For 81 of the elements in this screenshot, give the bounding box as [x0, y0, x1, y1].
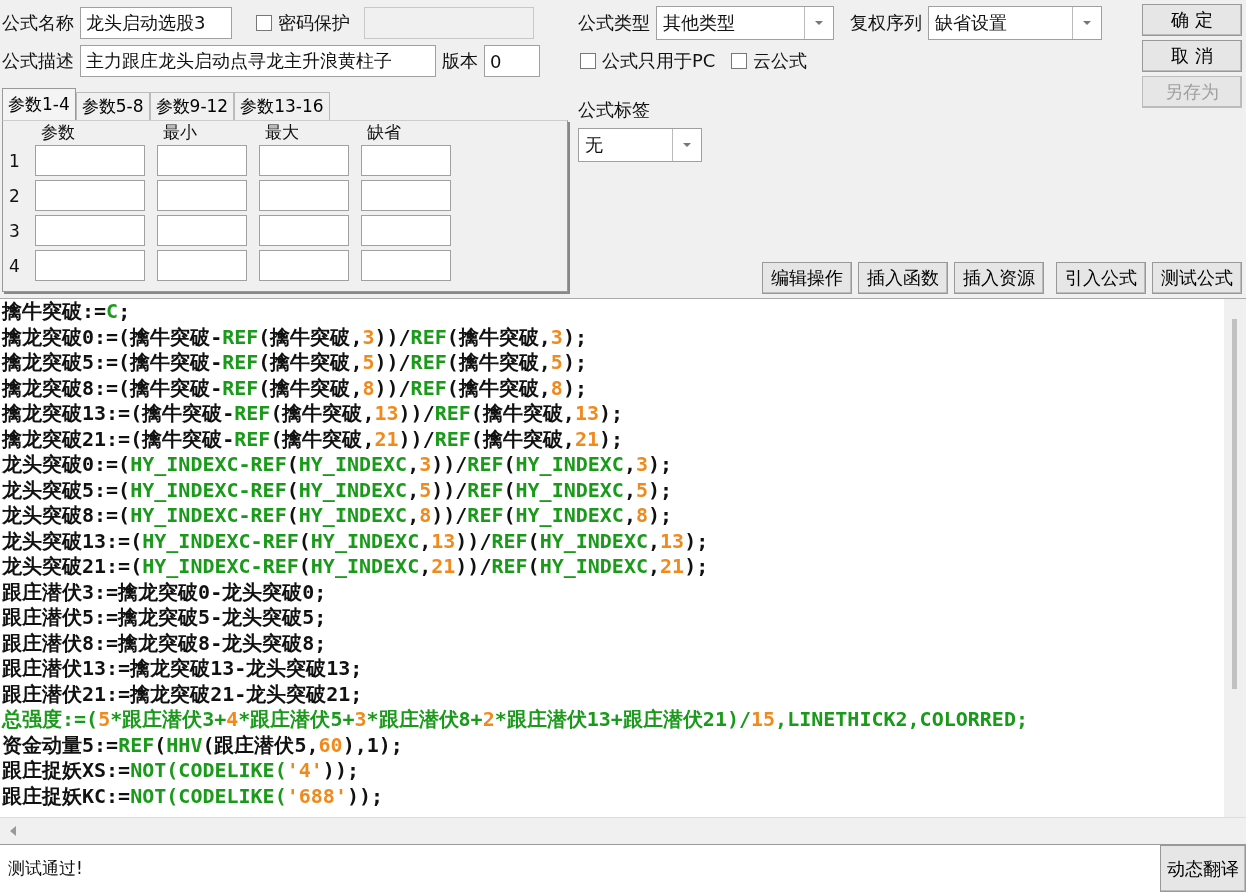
field-label: 复权序列 — [850, 11, 922, 35]
tab[interactable]: 参数1-4 — [2, 88, 76, 120]
code-line: 跟庄潜伏13:=擒龙突破13-龙头突破13; — [2, 656, 363, 682]
checkbox[interactable] — [256, 15, 272, 31]
dropdown[interactable]: 无 — [578, 128, 702, 162]
row-number: 2 — [9, 185, 21, 206]
field-label: 公式类型 — [578, 11, 650, 35]
input-field[interactable] — [259, 180, 349, 211]
input-field[interactable] — [157, 145, 247, 176]
input-field[interactable] — [259, 215, 349, 246]
input-field[interactable] — [35, 215, 145, 246]
column-header: 参数 — [40, 123, 76, 141]
code-line: 龙头突破5:=(HY_INDEXC-REF(HY_INDEXC,5))/REF(HY_INDEXC,5); — [2, 477, 673, 503]
input-field[interactable] — [35, 250, 145, 281]
dialog-button[interactable]: 取 消 — [1142, 40, 1242, 72]
field-label: 公式名称 — [2, 11, 74, 35]
vertical-scrollbar[interactable] — [1224, 299, 1246, 817]
row-number: 3 — [9, 220, 21, 241]
checkbox-label: 云公式 — [753, 49, 808, 73]
code-line: 擒龙突破5:=(擒牛突破-REF(擒牛突破,5))/REF(擒牛突破,5); — [2, 350, 587, 376]
code-line: 龙头突破8:=(HY_INDEXC-REF(HY_INDEXC,8))/REF(HY_INDEXC,8); — [2, 503, 673, 529]
checkbox[interactable] — [580, 53, 596, 69]
code-line: 擒龙突破13:=(擒牛突破-REF(擒牛突破,13))/REF(擒牛突破,13); — [2, 401, 624, 427]
input-field[interactable] — [35, 180, 145, 211]
code-line: 龙头突破0:=(HY_INDEXC-REF(HY_INDEXC,3))/REF(HY_INDEXC,3); — [2, 452, 673, 478]
field-label: 公式描述 — [2, 49, 74, 73]
row-number: 4 — [9, 255, 21, 276]
code-editor[interactable] — [0, 298, 1246, 817]
dropdown[interactable]: 其他类型 — [656, 6, 834, 40]
code-line: 擒龙突破0:=(擒牛突破-REF(擒牛突破,3))/REF(擒牛突破,3); — [2, 324, 587, 350]
toolbar-button[interactable]: 测试公式 — [1152, 262, 1242, 294]
code-line: 跟庄潜伏5:=擒龙突破5-龙头突破5; — [2, 605, 327, 631]
column-header: 缺省 — [366, 123, 402, 141]
toolbar-button[interactable]: 编辑操作 — [762, 262, 852, 294]
caret-icon — [682, 142, 692, 148]
input-field[interactable] — [361, 145, 451, 176]
input-field[interactable] — [157, 215, 247, 246]
input-field[interactable] — [259, 250, 349, 281]
name-field[interactable]: 龙头启动选股3 — [80, 7, 232, 39]
input-field[interactable] — [259, 145, 349, 176]
checkbox[interactable] — [731, 53, 748, 69]
code-line: 擒龙突破21:=(擒牛突破-REF(擒牛突破,21))/REF(擒牛突破,21); — [2, 426, 624, 452]
code-line: 擒龙突破8:=(擒牛突破-REF(擒牛突破,8))/REF(擒牛突破,8); — [2, 375, 587, 401]
code-line: 龙头突破13:=(HY_INDEXC-REF(HY_INDEXC,13))/REF(HY_INDEXC,13); — [2, 528, 709, 554]
checkbox-label: 密码保护 — [278, 11, 350, 35]
code-line: 跟庄捉妖XS:=NOT(CODELIKE('4')); — [2, 758, 359, 784]
checkbox-label: 公式只用于PC — [602, 49, 716, 73]
code-line: 跟庄潜伏21:=擒龙突破21-龙头突破21; — [2, 681, 363, 707]
input-field[interactable] — [157, 180, 247, 211]
code-line: 跟庄潜伏3:=擒龙突破0-龙头突破0; — [2, 579, 327, 605]
code-line: 擒牛突破:=C; — [2, 299, 131, 325]
column-header: 最小 — [162, 123, 198, 141]
caret-icon — [814, 20, 824, 26]
dropdown[interactable]: 缺省设置 — [928, 6, 1102, 40]
description-field[interactable]: 主力跟庄龙头启动点寻龙主升浪黄柱子 — [80, 45, 436, 77]
column-header: 最大 — [264, 123, 300, 141]
tab[interactable]: 参数13-16 — [234, 92, 330, 120]
status-message: 测试通过! — [7, 857, 83, 880]
version-field[interactable]: 0 — [484, 45, 540, 77]
input-field[interactable] — [35, 145, 145, 176]
toolbar-button[interactable]: 插入函数 — [858, 262, 948, 294]
translate-button[interactable]: 动态翻译 — [1160, 845, 1246, 892]
row-number: 1 — [9, 150, 21, 171]
code-line: 资金动量5:=REF(HHV(跟庄潜伏5,60),1); — [2, 732, 403, 758]
input-field[interactable] — [361, 250, 451, 281]
field-label: 版本 — [442, 49, 478, 73]
input-field[interactable] — [157, 250, 247, 281]
toolbar-button[interactable]: 插入资源 — [954, 262, 1044, 294]
caret-icon — [1082, 20, 1092, 26]
tab[interactable]: 参数5-8 — [75, 92, 150, 120]
toolbar-button[interactable]: 引入公式 — [1056, 262, 1146, 294]
code-line: 总强度:=(5*跟庄潜伏3+4*跟庄潜伏5+3*跟庄潜伏8+2*跟庄潜伏13+跟庄潜伏21)/15,LINETHICK2,COLORRED; — [2, 707, 1028, 733]
input-field[interactable] — [361, 180, 451, 211]
scroll-left-icon[interactable] — [8, 825, 18, 837]
code-line: 跟庄潜伏8:=擒龙突破8-龙头突破8; — [2, 630, 327, 656]
field-label: 公式标签 — [578, 98, 650, 122]
dialog-button[interactable]: 确 定 — [1142, 4, 1242, 36]
code-line: 跟庄捉妖KC:=NOT(CODELIKE('688')); — [2, 783, 384, 809]
tab[interactable]: 参数9-12 — [149, 92, 235, 120]
input-field[interactable] — [361, 215, 451, 246]
code-line: 龙头突破21:=(HY_INDEXC-REF(HY_INDEXC,21))/REF(HY_INDEXC,21); — [2, 554, 709, 580]
